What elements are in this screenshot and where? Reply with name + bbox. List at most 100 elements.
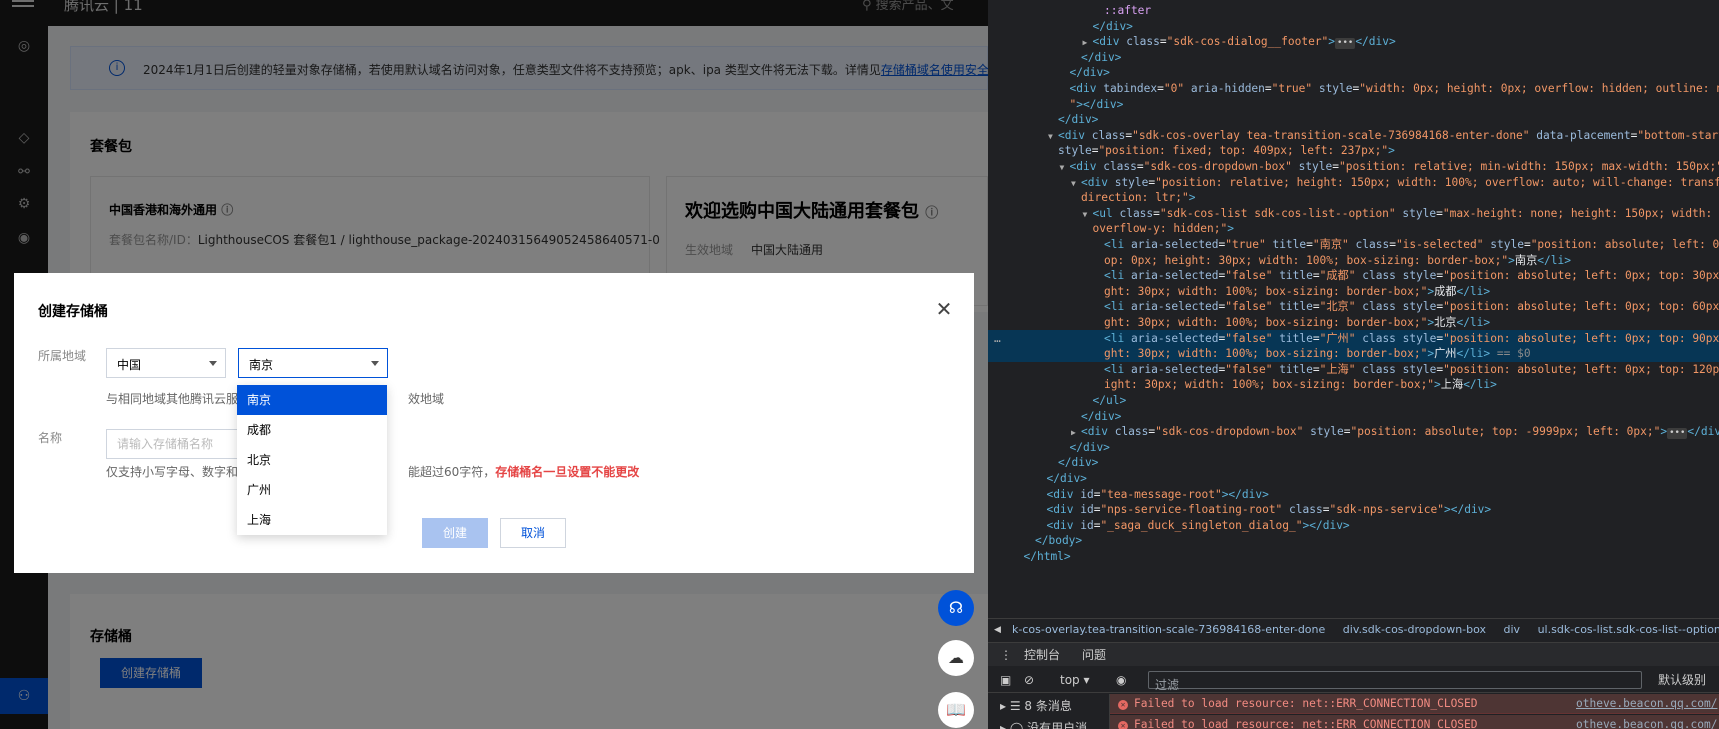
dom-line[interactable]: ▼ <div class="sdk-cos-overlay tea-transit… [988, 127, 1719, 144]
dom-line[interactable]: <li aria-selected="false" title="成都" cla… [988, 267, 1719, 284]
city-select[interactable]: 南京 [238, 348, 388, 378]
dom-line[interactable]: direction: ltr;"> [988, 189, 1719, 206]
breadcrumb-item[interactable]: div.sdk-cos-dropdown-box [1343, 623, 1486, 636]
console-filter[interactable] [1148, 671, 1642, 693]
breadcrumb-item[interactable]: k-cos-overlay.tea-transition-scale-73698… [1012, 623, 1325, 636]
dom-line-content: op: 0px; height: 30px; width: 100%; box-… [1104, 253, 1571, 267]
country-select[interactable]: 中国 [106, 348, 226, 378]
chevron-down-icon [371, 361, 379, 366]
breadcrumb-item[interactable]: ul.sdk-cos-list.sdk-cos-list--option [1538, 623, 1719, 636]
dom-line[interactable]: </div> [988, 49, 1719, 66]
dom-line[interactable]: <li aria-selected="false" title="上海" cla… [988, 361, 1719, 378]
devtools-panel: ::after </div> ▶ <div class="sdk-cos-dialog… [988, 0, 1719, 729]
dom-line[interactable]: <li aria-selected="false" title="北京" cla… [988, 298, 1719, 315]
dom-line-content: ght: 30px; width: 100%; box-sizing: bord… [1104, 284, 1491, 298]
dom-line-content: ght: 30px; width: 100%; box-sizing: bord… [1104, 347, 1531, 361]
console-error: ✕ Failed to load resource: net::ERR_CONNE… [1110, 694, 1719, 714]
sidebar-item-user-messages[interactable]: ▸ ◯ 没有用户消 [1000, 718, 1087, 729]
error-source-link[interactable]: otheve.beacon.qq.com/ [1576, 715, 1717, 729]
dom-line[interactable]: </html> [988, 548, 1719, 565]
dom-line[interactable]: overflow-y: hidden;"> [988, 220, 1719, 237]
dom-line[interactable]: </div> [988, 470, 1719, 487]
dom-line-content: </div> [1092, 19, 1133, 33]
eye-icon[interactable]: ◉ [1116, 667, 1126, 693]
tab-issues[interactable]: 问题 [1082, 643, 1106, 667]
error-icon: ✕ [1118, 700, 1128, 710]
dom-line[interactable]: <div tabindex="0" aria-hidden="true" sty… [988, 80, 1719, 97]
clear-console-icon[interactable]: ⊘ [1024, 667, 1034, 693]
dom-line[interactable]: </div> [988, 64, 1719, 81]
dom-line[interactable]: </div> [988, 111, 1719, 128]
dom-line-content: <li aria-selected="false" title="成都" cla… [1104, 269, 1719, 283]
dialog-title: 创建存储桶 [38, 304, 108, 320]
context-select[interactable]: top ▾ [1060, 667, 1090, 693]
dom-line[interactable]: ▶ <div class="sdk-cos-dialog__footer"> •••… [988, 33, 1719, 50]
cancel-button[interactable]: 取消 [500, 518, 566, 548]
log-levels-select[interactable]: 默认级别 [1658, 667, 1706, 693]
dom-line-content: <div class="sdk-cos-dropdown-box" style=… [1081, 425, 1719, 440]
dom-line[interactable]: "></div> [988, 96, 1719, 113]
drawer-tabs: ⋮ 控制台 问题 [988, 642, 1719, 669]
dom-line-content: <div class="sdk-cos-dialog__footer"> ••• <… [1092, 35, 1396, 50]
dom-line[interactable]: ::after [988, 2, 1719, 19]
sidebar-toggle-icon[interactable]: ▣ [1000, 667, 1011, 693]
dropdown-option[interactable]: 北京 [237, 445, 387, 475]
elements-dom-tree[interactable]: ::after </div> ▶ <div class="sdk-cos-dialog… [988, 0, 1719, 616]
breadcrumb-item[interactable]: div [1504, 623, 1521, 636]
dropdown-option[interactable]: 广州 [237, 475, 387, 505]
dom-line[interactable]: ght: 30px; width: 100%; box-sizing: bord… [988, 283, 1719, 300]
cloud-icon[interactable]: ☁ [938, 640, 974, 676]
dom-line[interactable]: ▼ <div class="sdk-cos-dropdown-box" style… [988, 158, 1719, 175]
dom-line[interactable]: ght: 30px; width: 100%; box-sizing: bord… [988, 314, 1719, 331]
dropdown-option[interactable]: 上海 [237, 505, 387, 535]
dom-line[interactable]: ight: 30px; width: 100%; box-sizing: bor… [988, 376, 1719, 393]
filter-input[interactable] [1149, 677, 1641, 693]
dom-line[interactable]: </div> [988, 18, 1719, 35]
console-sidebar: ▸ ☰ 8 条消息 ▸ ◯ 没有用户消 [988, 694, 1110, 729]
name-label: 名称 [38, 431, 63, 445]
dom-line-content: </ul> [1092, 394, 1127, 407]
sidebar-item-messages[interactable]: ▸ ☰ 8 条消息 [1000, 696, 1072, 716]
close-icon[interactable]: ✕ [934, 299, 954, 319]
dom-line[interactable]: </div> [988, 439, 1719, 456]
dom-line[interactable]: <div id="_saga_duck_singleton_dialog_"><… [988, 517, 1719, 534]
chevron-down-icon [209, 361, 217, 366]
dom-line-content: <div id="tea-message-root"></div> [1046, 487, 1269, 501]
dom-line-content: style="position: fixed; top: 409px; left… [1058, 144, 1395, 158]
dom-line-selected[interactable]: <li aria-selected="false" title="广州" cla… [988, 329, 1719, 347]
dom-line-content: </html> [1023, 550, 1071, 563]
dom-line[interactable]: </div> [988, 454, 1719, 471]
dom-line-content: </div> [1081, 409, 1122, 423]
support-icon[interactable]: ☊ [938, 590, 974, 626]
dom-line-content: </body> [1035, 534, 1083, 548]
dom-line[interactable]: ▼ <ul class="sdk-cos-list sdk-cos-list--o… [988, 205, 1719, 222]
book-icon[interactable]: 📖 [938, 692, 974, 728]
dom-line[interactable]: </div> [988, 408, 1719, 425]
error-source-link[interactable]: otheve.beacon.qq.com/ [1576, 694, 1717, 713]
dom-line[interactable]: <div id="nps-service-floating-root" clas… [988, 501, 1719, 518]
dropdown-option[interactable]: 成都 [237, 415, 387, 445]
city-dropdown: 南京 成都 北京 广州 上海 [237, 385, 387, 535]
dom-line[interactable]: op: 0px; height: 30px; width: 100%; box-… [988, 252, 1719, 269]
dom-line-content: <li aria-selected="false" title="广州" cla… [1104, 331, 1719, 345]
dom-line[interactable]: <li aria-selected="true" title="南京" clas… [988, 236, 1719, 253]
dom-line-content: <div id="_saga_duck_singleton_dialog_"><… [1046, 518, 1350, 532]
console-error: ✕ Failed to load resource: net::ERR_CONNE… [1110, 715, 1719, 729]
more-icon[interactable]: … [994, 330, 1001, 347]
dom-line[interactable]: <div id="tea-message-root"></div> [988, 486, 1719, 503]
create-button[interactable]: 创建 [422, 518, 488, 548]
dom-breadcrumbs: ◀ k-cos-overlay.tea-transition-scale-736… [988, 618, 1719, 640]
dom-line[interactable]: style="position: fixed; top: 409px; left… [988, 142, 1719, 159]
more-icon[interactable]: ⋮ [1000, 643, 1012, 667]
dom-line-content: <li aria-selected="false" title="北京" cla… [1104, 300, 1719, 314]
dom-line-selected[interactable]: ght: 30px; width: 100%; box-sizing: bord… [988, 345, 1719, 363]
console-app: 腾讯云 | 11 ⚲ 搜索产品、文 ◎ ◇ ⚯ ⚙ ◉ ▤ ⚇ i 2024年1… [0, 0, 988, 729]
chevron-left-icon[interactable]: ◀ [994, 619, 1001, 640]
dom-line[interactable]: ▼ <div style="position: relative; height:… [988, 174, 1719, 191]
dom-line[interactable]: </body> [988, 532, 1719, 549]
dom-line-content: </div> [1058, 456, 1099, 470]
dom-line[interactable]: ▶ <div class="sdk-cos-dropdown-box" style… [988, 423, 1719, 440]
dropdown-option[interactable]: 南京 [237, 385, 387, 415]
tab-console[interactable]: 控制台 [1024, 643, 1061, 669]
dom-line[interactable]: </ul> [988, 392, 1719, 409]
